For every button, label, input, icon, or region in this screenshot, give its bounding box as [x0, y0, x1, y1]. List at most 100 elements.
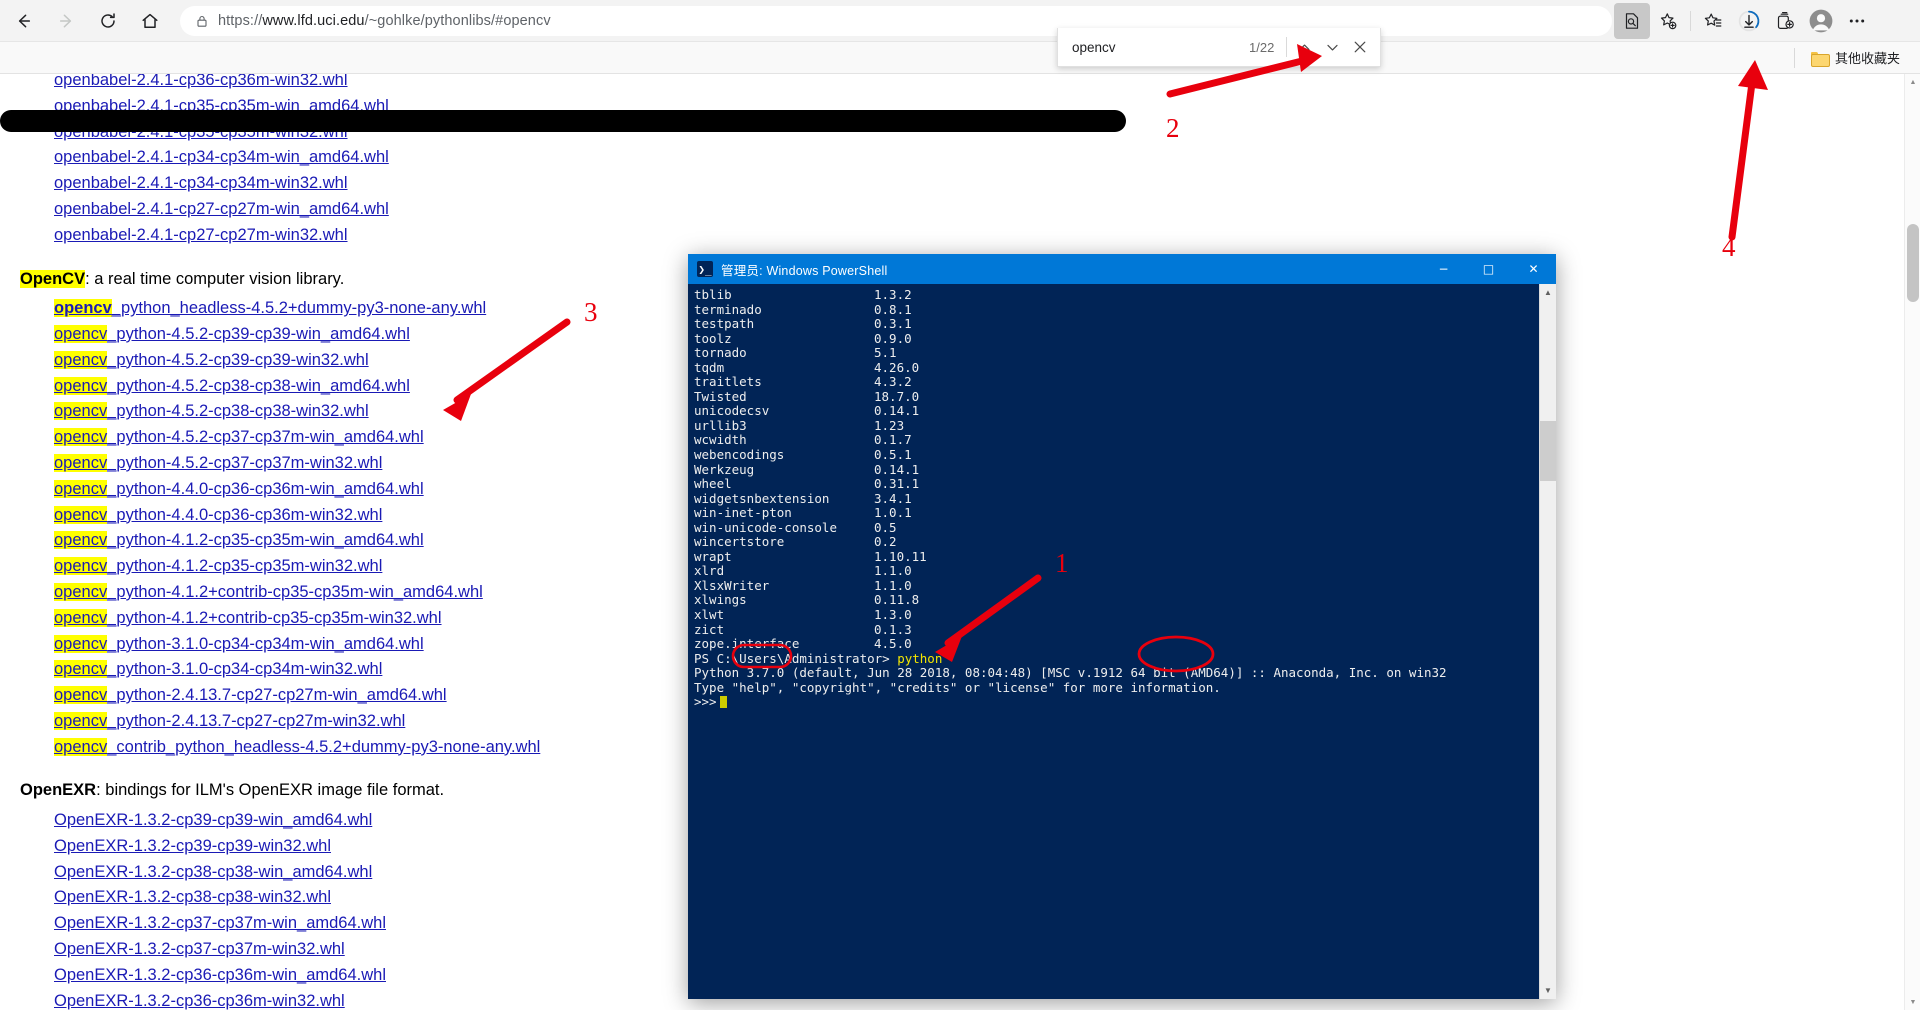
wheel-link[interactable]: OpenEXR-1.3.2-cp37-cp37m-win_amd64.whl	[54, 914, 386, 932]
section-heading-desc: : a real time computer vision library.	[85, 269, 345, 288]
wheel-link[interactable]: openbabel-2.4.1-cp34-cp34m-win_amd64.whl	[54, 148, 389, 166]
package-line: tornado 5.1	[694, 345, 1539, 361]
package-line: xlwings 0.11.8	[694, 593, 1539, 608]
forward-button[interactable]	[48, 3, 84, 39]
find-close-button[interactable]	[1346, 33, 1374, 61]
wheel-link[interactable]: opencv_python-4.1.2-cp35-cp35m-win_amd64…	[54, 531, 424, 550]
browser-toolbar: https://www.lfd.uci.edu/~gohlke/pythonli…	[0, 0, 1920, 42]
wheel-link[interactable]: OpenEXR-1.3.2-cp39-cp39-win32.whl	[54, 837, 331, 855]
package-name: wincertstore	[694, 534, 785, 550]
wheel-link[interactable]: openbabel-2.4.1-cp36-cp36m-win32.whl	[54, 74, 348, 89]
package-version: 1.3.0	[874, 607, 912, 623]
read-aloud-icon[interactable]	[1614, 2, 1650, 39]
wheel-link[interactable]: openbabel-2.4.1-cp27-cp27m-win_amd64.whl	[54, 200, 389, 218]
favorites-icon[interactable]	[1695, 3, 1731, 39]
package-version: 5.1	[874, 345, 897, 361]
wheel-link[interactable]: OpenEXR-1.3.2-cp37-cp37m-win32.whl	[54, 940, 345, 958]
console-scroll-down-button[interactable]: ▼	[1539, 982, 1556, 999]
link-row: OpenEXR-1.3.2-cp37-cp37m-win32.whl	[54, 937, 540, 963]
add-favorite-icon[interactable]	[1650, 3, 1686, 39]
address-bar[interactable]: https://www.lfd.uci.edu/~gohlke/pythonli…	[180, 5, 1612, 36]
wheel-link[interactable]: opencv_python-4.4.0-cp36-cp36m-win32.whl	[54, 505, 382, 524]
wheel-link[interactable]: opencv_python-4.5.2-cp38-cp38-win_amd64.…	[54, 376, 410, 395]
wheel-link[interactable]: opencv_python-2.4.13.7-cp27-cp27m-win32.…	[54, 711, 405, 730]
page-scroll-down-button[interactable]: ▼	[1905, 994, 1920, 1010]
package-line: urllib3 1.23	[694, 418, 1539, 434]
find-previous-button[interactable]	[1290, 33, 1318, 61]
home-button[interactable]	[132, 3, 168, 39]
package-version: 0.5.1	[874, 447, 912, 463]
wheel-link[interactable]: opencv_python-4.5.2-cp38-cp38-win32.whl	[54, 402, 369, 421]
home-icon	[142, 13, 158, 28]
wheel-link[interactable]: OpenEXR-1.3.2-cp38-cp38-win32.whl	[54, 888, 331, 906]
wheel-link[interactable]: opencv_python-2.4.13.7-cp27-cp27m-win_am…	[54, 686, 447, 705]
package-name: win-unicode-console	[694, 519, 837, 535]
minimize-button[interactable]: −	[1421, 254, 1466, 284]
profile-avatar[interactable]	[1803, 3, 1839, 39]
powershell-scrollbar[interactable]: ▲ ▼	[1539, 284, 1556, 999]
close-button[interactable]: ✕	[1511, 254, 1556, 284]
powershell-console[interactable]: tblib 1.3.2 terminado 0.8.1 testpath 0.3.1 too…	[688, 284, 1539, 999]
package-version: 0.1.7	[874, 432, 912, 448]
package-name: xlrd	[694, 563, 725, 579]
package-name: wrapt	[694, 548, 732, 564]
find-highlight: opencv	[54, 737, 108, 756]
package-version: 4.5.0	[874, 636, 912, 652]
console-scrollbar-track[interactable]	[1539, 301, 1556, 982]
lock-icon	[195, 14, 209, 28]
wheel-link[interactable]: opencv_python-3.1.0-cp34-cp34m-win_amd64…	[54, 634, 424, 653]
find-next-button[interactable]	[1318, 33, 1346, 61]
link-row: opencv_python-4.5.2-cp38-cp38-win_amd64.…	[54, 374, 540, 400]
wheel-link[interactable]: opencv_python-4.5.2-cp39-cp39-win_amd64.…	[54, 324, 410, 343]
refresh-button[interactable]	[90, 3, 126, 39]
wheel-link[interactable]: opencv_python-4.5.2-cp39-cp39-win32.whl	[54, 350, 369, 369]
wheel-link[interactable]: opencv_contrib_python_headless-4.5.2+dum…	[54, 737, 540, 756]
link-row: opencv_python-3.1.0-cp34-cp34m-win32.whl	[54, 657, 540, 683]
find-highlight: opencv	[54, 660, 108, 679]
wheel-link[interactable]: opencv_python_headless-4.5.2+dummy-py3-n…	[54, 299, 486, 318]
wheel-link[interactable]: opencv_python-3.1.0-cp34-cp34m-win32.whl	[54, 660, 382, 679]
link-row: opencv_python-4.4.0-cp36-cp36m-win32.whl	[54, 503, 540, 529]
find-highlight: opencv	[54, 402, 108, 421]
wheel-link[interactable]: opencv_python-4.1.2+contrib-cp35-cp35m-w…	[54, 582, 483, 601]
wheel-link[interactable]: opencv_python-4.4.0-cp36-cp36m-win_amd64…	[54, 479, 424, 498]
back-button[interactable]	[6, 3, 42, 39]
python-version-line: Python 3.7.0 (default, Jun 28 2018, 08:0…	[694, 665, 1447, 681]
wheel-link[interactable]: openbabel-2.4.1-cp27-cp27m-win32.whl	[54, 226, 348, 244]
wheel-link[interactable]: OpenEXR-1.3.2-cp36-cp36m-win_amd64.whl	[54, 966, 386, 984]
package-line: traitlets 4.3.2	[694, 375, 1539, 390]
page-scrollbar-thumb[interactable]	[1907, 224, 1919, 302]
package-line: unicodecsv 0.14.1	[694, 404, 1539, 419]
find-input[interactable]	[1058, 39, 1249, 55]
downloads-icon[interactable]	[1731, 3, 1767, 39]
find-highlight: opencv	[54, 582, 108, 601]
bookmark-other-favorites[interactable]: 其他收藏夹	[1805, 45, 1906, 70]
wheel-link[interactable]: opencv_python-4.5.2-cp37-cp37m-win_amd64…	[54, 428, 424, 447]
page-scroll-up-button[interactable]: ▲	[1905, 74, 1920, 90]
wheel-link[interactable]: opencv_python-4.5.2-cp37-cp37m-win32.whl	[54, 453, 382, 472]
python-repl-prompt: >>>	[694, 695, 1539, 710]
wheel-link[interactable]: opencv_python-4.1.2+contrib-cp35-cp35m-w…	[54, 608, 442, 627]
collections-icon[interactable]	[1767, 3, 1803, 39]
wheel-link[interactable]: OpenEXR-1.3.2-cp36-cp36m-win32.whl	[54, 992, 345, 1010]
find-highlight: opencv	[54, 557, 108, 576]
package-version: 4.26.0	[874, 359, 920, 375]
wheel-link[interactable]: openbabel-2.4.1-cp34-cp34m-win32.whl	[54, 174, 348, 192]
wheel-link[interactable]: OpenEXR-1.3.2-cp39-cp39-win_amd64.whl	[54, 811, 372, 829]
link-row: OpenEXR-1.3.2-cp37-cp37m-win_amd64.whl	[54, 911, 540, 937]
package-name: tornado	[694, 345, 747, 361]
maximize-button[interactable]: □	[1466, 254, 1511, 284]
wheel-link[interactable]: OpenEXR-1.3.2-cp38-cp38-win_amd64.whl	[54, 863, 372, 881]
console-scroll-up-button[interactable]: ▲	[1539, 284, 1556, 301]
page-scrollbar[interactable]: ▲ ▼	[1904, 74, 1920, 1010]
find-highlight: opencv	[54, 299, 112, 318]
powershell-window[interactable]: ❯_ 管理员: Windows PowerShell − □ ✕ tblib 1.…	[688, 254, 1556, 999]
settings-more-icon[interactable]	[1839, 3, 1875, 39]
section-heading-openexr: OpenEXR: bindings for ILM's OpenEXR imag…	[20, 778, 540, 804]
bookmark-other-favorites-label: 其他收藏夹	[1834, 51, 1900, 66]
find-highlight: opencv	[54, 376, 108, 395]
powershell-titlebar[interactable]: ❯_ 管理员: Windows PowerShell − □ ✕	[688, 254, 1556, 284]
wheel-link[interactable]: opencv_python-4.1.2-cp35-cp35m-win32.whl	[54, 557, 382, 576]
package-version: 1.0.1	[874, 505, 912, 521]
console-scrollbar-thumb[interactable]	[1539, 421, 1556, 481]
